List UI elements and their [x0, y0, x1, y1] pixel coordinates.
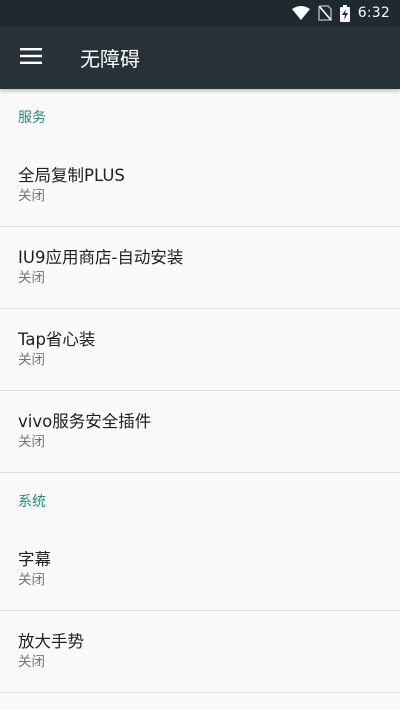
list-item-title: IU9应用商店-自动安装: [18, 248, 184, 267]
settings-list: 服务 全局复制PLUS 关闭 IU9应用商店-自动安装 关闭 Tap省心装 关闭…: [0, 89, 400, 693]
list-item-summary: 关闭: [18, 352, 45, 368]
status-bar: 6:32: [0, 0, 400, 26]
menu-button[interactable]: [0, 26, 62, 89]
list-item-summary: 关闭: [18, 654, 45, 670]
list-item-magnification-gesture[interactable]: 放大手势 关闭: [0, 611, 400, 693]
list-item-summary: 关闭: [18, 572, 45, 588]
section-header-services: 服务: [18, 110, 46, 126]
list-item-captions[interactable]: 字幕 关闭: [0, 529, 400, 611]
wifi-icon: [291, 6, 310, 20]
list-item-title: vivo服务安全插件: [18, 412, 152, 431]
list-item-title: Tap省心装: [18, 330, 96, 349]
list-item-title: 放大手势: [18, 632, 84, 651]
menu-icon: [20, 47, 42, 68]
list-item-global-copy-plus[interactable]: 全局复制PLUS 关闭: [0, 145, 400, 227]
section-header-system: 系统: [18, 494, 46, 510]
status-time: 6:32: [357, 5, 390, 21]
page-title: 无障碍: [80, 47, 140, 71]
list-item-title: 字幕: [18, 550, 51, 569]
list-item-title: 全局复制PLUS: [18, 166, 125, 185]
list-item-summary: 关闭: [18, 188, 45, 204]
list-item-iu9-store-autoinstall[interactable]: IU9应用商店-自动安装 关闭: [0, 227, 400, 309]
list-item-summary: 关闭: [18, 434, 45, 450]
list-item-vivo-security-plugin[interactable]: vivo服务安全插件 关闭: [0, 391, 400, 473]
list-item-tap-install[interactable]: Tap省心装 关闭: [0, 309, 400, 391]
no-sim-icon: [317, 5, 332, 21]
app-bar: 无障碍: [0, 26, 400, 89]
battery-charging-icon: [339, 4, 350, 22]
list-item-summary: 关闭: [18, 270, 45, 286]
